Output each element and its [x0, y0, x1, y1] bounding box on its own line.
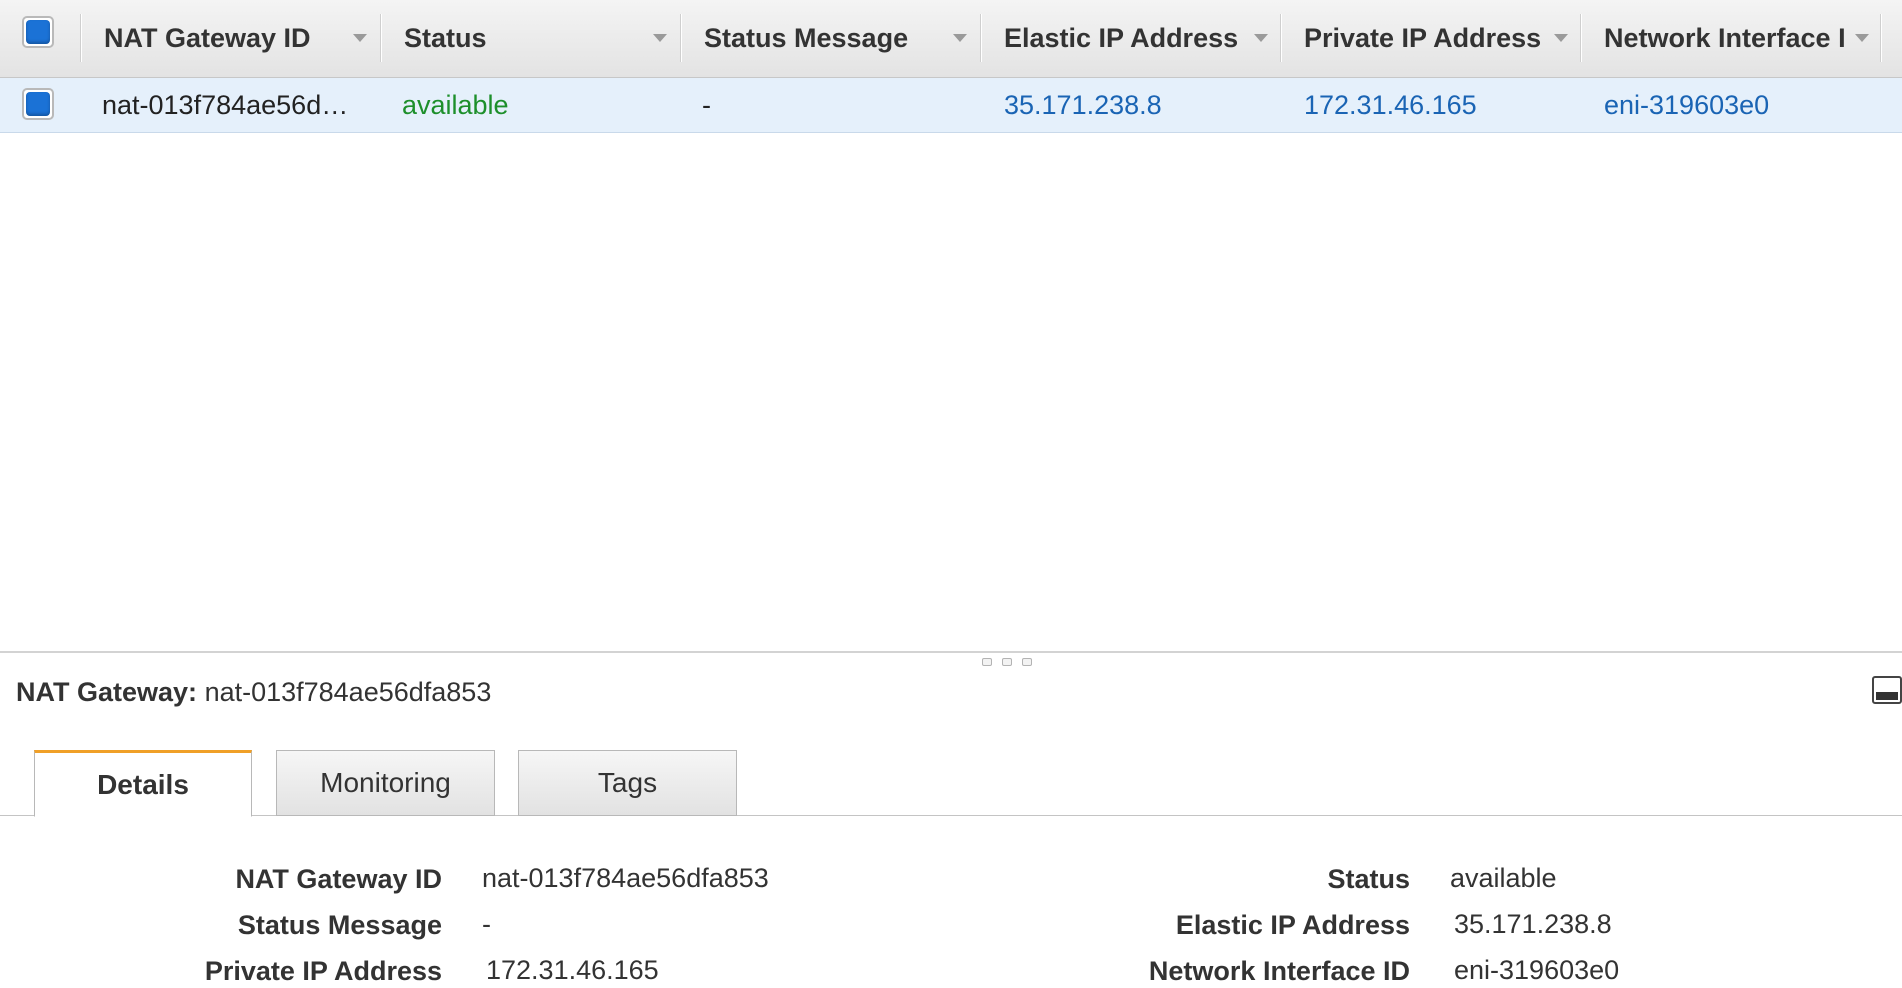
cell-elastic-ip-link[interactable]: 35.171.238.8	[1004, 78, 1264, 132]
cell-status-message: -	[702, 89, 711, 120]
column-separator[interactable]	[1880, 14, 1882, 62]
sort-caret-icon[interactable]	[1554, 34, 1568, 42]
table-row[interactable]: nat-013f784ae56d… available - 35.171.238…	[0, 78, 1902, 133]
label-elastic-ip-address: Elastic IP Address	[1175, 910, 1410, 940]
cell-nat-gateway-id[interactable]: nat-013f784ae56d…	[102, 78, 362, 132]
column-header-status[interactable]: Status	[404, 0, 644, 77]
sort-caret-icon[interactable]	[653, 34, 667, 42]
value-network-interface-link[interactable]: eni-319603e0	[1454, 955, 1619, 986]
label-network-interface-id: Network Interface ID	[1148, 956, 1410, 986]
table-header: NAT Gateway ID Status Status Message Ela…	[0, 0, 1902, 78]
column-header-status-message[interactable]: Status Message	[704, 0, 944, 77]
pane-splitter[interactable]	[0, 651, 1902, 653]
value-private-ip-link[interactable]: 172.31.46.165	[486, 955, 659, 986]
value-elastic-ip-link[interactable]: 35.171.238.8	[1454, 909, 1612, 940]
column-header-elastic-ip-address[interactable]: Elastic IP Address	[1004, 0, 1254, 77]
label-nat-gateway-id: NAT Gateway ID	[235, 864, 442, 894]
details-title-value: nat-013f784ae56dfa853	[204, 677, 492, 707]
sort-caret-icon[interactable]	[953, 34, 967, 42]
column-header-nat-gateway-id[interactable]: NAT Gateway ID	[104, 0, 344, 77]
maximize-pane-icon[interactable]	[1872, 676, 1902, 704]
value-status: available	[1450, 863, 1557, 893]
column-header-network-interface[interactable]: Network Interface I	[1604, 0, 1854, 77]
nat-gateways-table: NAT Gateway ID Status Status Message Ela…	[0, 0, 1902, 652]
splitter-grip-icon[interactable]	[1022, 658, 1032, 666]
column-header-private-ip-address[interactable]: Private IP Address	[1304, 0, 1556, 77]
details-title-label: NAT Gateway:	[16, 677, 198, 707]
column-separator[interactable]	[1580, 14, 1582, 62]
column-separator[interactable]	[1280, 14, 1282, 62]
value-nat-gateway-id: nat-013f784ae56dfa853	[482, 863, 769, 893]
sort-caret-icon[interactable]	[1254, 34, 1268, 42]
column-separator[interactable]	[680, 14, 682, 62]
cell-status: available	[402, 89, 509, 120]
column-separator[interactable]	[80, 14, 82, 62]
cell-private-ip-link[interactable]: 172.31.46.165	[1304, 78, 1564, 132]
details-pane-title: NAT Gateway: nat-013f784ae56dfa853	[16, 677, 491, 708]
sort-caret-icon[interactable]	[353, 34, 367, 42]
row-checkbox[interactable]	[22, 88, 54, 120]
cell-network-interface-link[interactable]: eni-319603e0	[1604, 78, 1884, 132]
tab-monitoring[interactable]: Monitoring	[276, 750, 495, 816]
label-private-ip-address: Private IP Address	[204, 956, 442, 986]
column-separator[interactable]	[980, 14, 982, 62]
splitter-grip-icon[interactable]	[982, 658, 992, 666]
sort-caret-icon[interactable]	[1855, 34, 1869, 42]
splitter-grip-icon[interactable]	[1002, 658, 1012, 666]
tab-tags[interactable]: Tags	[518, 750, 737, 816]
value-status-message: -	[482, 909, 491, 939]
label-status-message: Status Message	[237, 910, 442, 940]
select-all-checkbox[interactable]	[22, 16, 54, 48]
label-status: Status	[1327, 864, 1410, 894]
column-separator[interactable]	[380, 14, 382, 62]
tab-details[interactable]: Details	[34, 750, 252, 817]
